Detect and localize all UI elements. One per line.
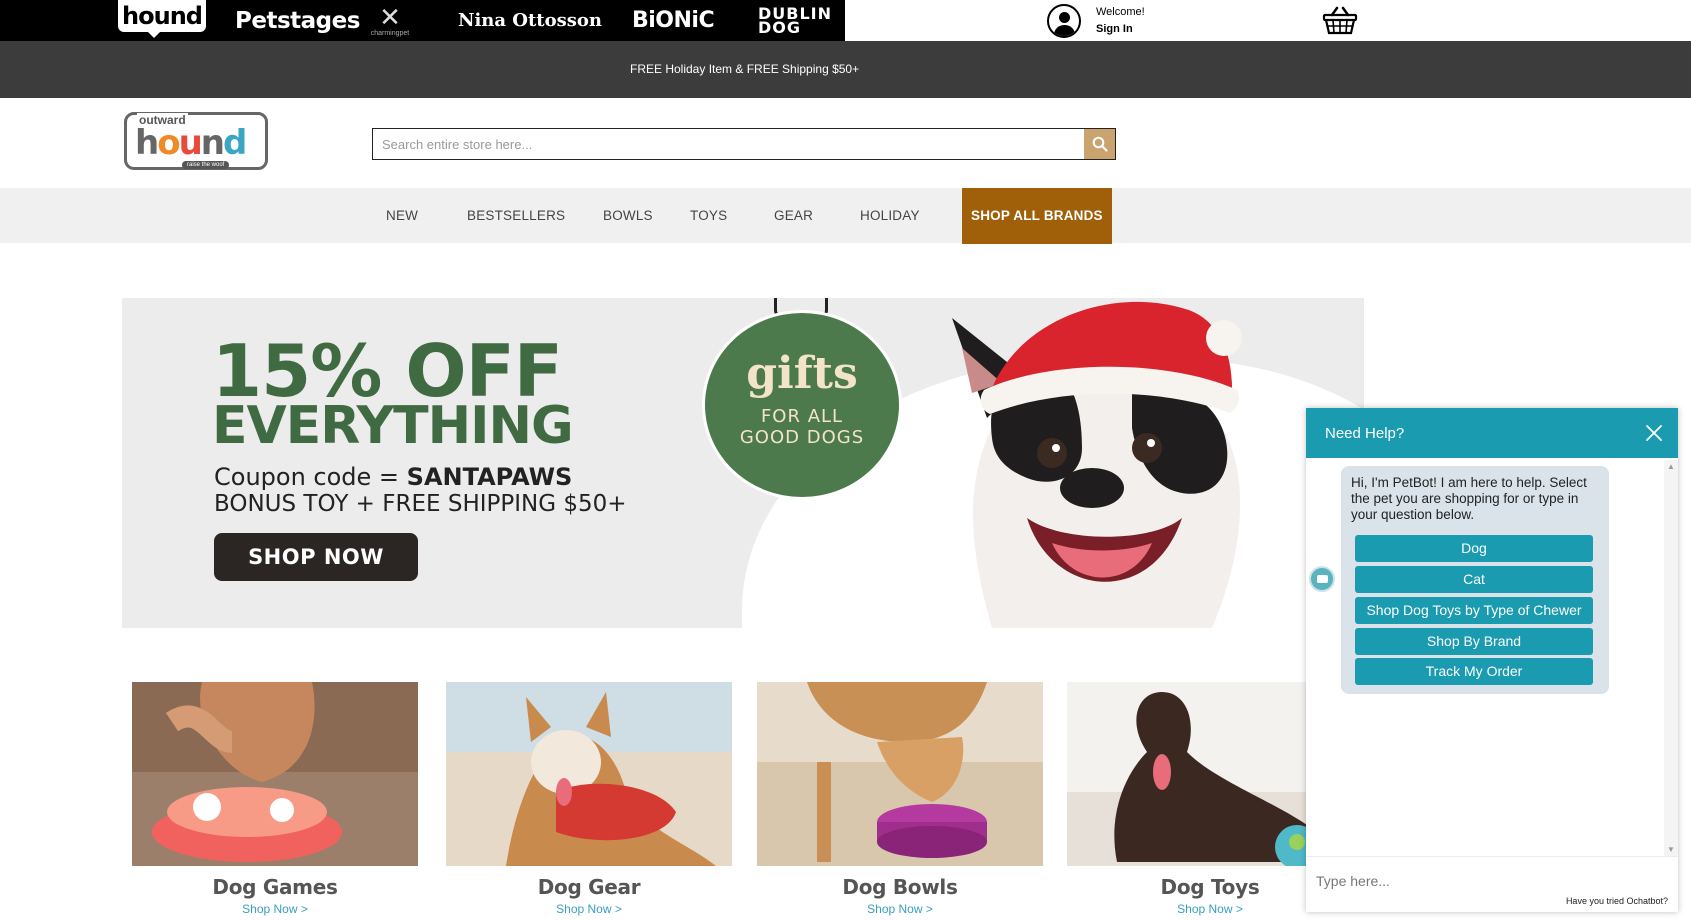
nav-gear[interactable]: GEAR — [774, 188, 813, 243]
search-input[interactable] — [373, 129, 1083, 159]
category-name: Dog Gear — [537, 875, 641, 899]
hero-bonus-text: BONUS TOY + FREE SHIPPING $50+ — [214, 491, 627, 517]
welcome-text: Welcome! — [1096, 5, 1145, 18]
chat-input-area: Have you tried Ochatbot? — [1306, 856, 1678, 912]
coupon-code: SANTAPAWS — [406, 463, 573, 491]
nav-bowls[interactable]: BOWLS — [603, 188, 653, 243]
dog-bowls-image — [757, 682, 1043, 866]
category-shop-now-link[interactable]: Shop Now > — [132, 902, 418, 916]
chat-message-bubble: Hi, I'm PetBot! I am here to help. Selec… — [1341, 466, 1609, 694]
nav-toys[interactable]: TOYS — [690, 188, 727, 243]
chat-option-shop-by-brand[interactable]: Shop By Brand — [1355, 628, 1593, 655]
santa-hat-dog-image — [952, 301, 1242, 628]
brand-nina-ottosson-logo[interactable]: Nina Ottosson — [458, 0, 602, 41]
logo-tagline: raise the woof — [182, 161, 230, 169]
category-dog-games[interactable]: Dog Games Shop Now > — [132, 682, 418, 916]
category-name: Dog Games — [212, 875, 338, 899]
brand-charmingpet-label: charmingpet — [370, 29, 410, 37]
promo-text: FREE Holiday Item & FREE Shipping $50+ — [630, 62, 860, 76]
category-name: Dog Bowls — [842, 875, 958, 899]
account-text: Welcome! Sign In — [1096, 4, 1145, 38]
category-dog-gear[interactable]: Dog Gear Shop Now > — [446, 682, 732, 916]
chat-header: Need Help? — [1306, 408, 1678, 458]
dog-gear-image — [446, 682, 732, 866]
category-dog-bowls[interactable]: Dog Bowls Shop Now > — [757, 682, 1043, 916]
nav-shop-all-brands[interactable]: SHOP ALL BRANDS — [962, 188, 1112, 244]
scroll-up-arrow-icon[interactable]: ▲ — [1667, 462, 1675, 471]
hero-coupon: Coupon code = SANTAPAWS — [214, 463, 572, 491]
close-icon[interactable] — [1644, 423, 1664, 443]
logo-letter: d — [223, 123, 247, 163]
chat-input[interactable] — [1316, 869, 1646, 893]
chat-option-track-order[interactable]: Track My Order — [1355, 658, 1593, 685]
hero-headline-discount: 15% OFF — [212, 329, 563, 413]
bot-avatar-icon — [1309, 566, 1335, 592]
ornament-subtitle-line-2: GOOD DOGS — [739, 427, 865, 448]
main-nav: NEW BESTSELLERS BOWLS TOYS GEAR HOLIDAY … — [0, 188, 1691, 244]
nav-holiday[interactable]: HOLIDAY — [860, 188, 920, 243]
logo-wordmark: hound — [135, 123, 247, 163]
chat-title: Need Help? — [1325, 425, 1405, 442]
scroll-down-arrow-icon[interactable]: ▼ — [1667, 845, 1675, 854]
active-brand-indicator — [147, 31, 161, 38]
chat-option-dog-toys-by-chewer[interactable]: Shop Dog Toys by Type of Chewer — [1355, 597, 1593, 624]
logo-letter: o — [157, 123, 180, 163]
chat-option-dog[interactable]: Dog — [1355, 535, 1593, 562]
coupon-prefix: Coupon code = — [214, 463, 407, 491]
brand-charmingpet-logo[interactable]: ✕ charmingpet — [368, 0, 412, 41]
brand-petstages-logo[interactable]: Petstages — [235, 0, 360, 41]
chat-message-text: Hi, I'm PetBot! I am here to help. Selec… — [1351, 475, 1587, 522]
category-shop-now-link[interactable]: Shop Now > — [446, 902, 732, 916]
nav-bestsellers[interactable]: BESTSELLERS — [467, 188, 565, 243]
chat-scrollbar[interactable]: ▲ ▼ — [1664, 460, 1678, 856]
brand-hound-logo[interactable]: hound — [118, 0, 206, 32]
brand-bar: hound Petstages ✕ charmingpet Nina Ottos… — [0, 0, 1691, 41]
ornament-title: gifts — [746, 348, 858, 399]
charmingpet-x-icon: ✕ — [379, 1, 401, 32]
logo-letter: u — [178, 123, 203, 163]
promo-banner: FREE Holiday Item & FREE Shipping $50+ — [0, 41, 1691, 98]
brand-bionic-logo[interactable]: BiONiC — [632, 0, 715, 41]
hero-shop-now-button[interactable]: SHOP NOW — [214, 533, 418, 581]
category-shop-now-link[interactable]: Shop Now > — [757, 902, 1043, 916]
cart-basket-icon[interactable] — [1322, 5, 1358, 35]
ornament-subtitle-line-1: FOR ALL — [760, 406, 844, 427]
logo-letter: n — [200, 123, 225, 163]
hero-headline-everything: EVERYTHING — [212, 396, 574, 456]
site-logo[interactable]: outward hound raise the woof — [124, 112, 268, 170]
hero-banner[interactable]: 15% OFF EVERYTHING Coupon code = SANTAPA… — [122, 298, 1364, 628]
brand-dublin-dog-logo[interactable]: DUBLIN DOG — [758, 0, 832, 41]
nav-new[interactable]: NEW — [386, 188, 418, 243]
chat-powered-by[interactable]: Have you tried Ochatbot? — [1566, 896, 1668, 906]
search-bar — [372, 128, 1116, 160]
search-button[interactable] — [1084, 129, 1115, 159]
account-link[interactable]: Welcome! Sign In — [1047, 0, 1145, 41]
sign-in-link[interactable]: Sign In — [1096, 21, 1145, 38]
brand-dublin-line-2: DOG — [758, 17, 802, 37]
ornament-subtitle: FOR ALL GOOD DOGS — [700, 406, 904, 448]
chat-option-cat[interactable]: Cat — [1355, 566, 1593, 593]
logo-letter: h — [135, 123, 159, 163]
search-icon — [1092, 136, 1108, 152]
chat-widget: Need Help? Hi, I'm PetBot! I am here to … — [1306, 408, 1678, 912]
dog-games-image — [132, 682, 418, 866]
page: hound Petstages ✕ charmingpet Nina Ottos… — [0, 0, 1691, 920]
user-avatar-icon — [1047, 3, 1081, 38]
gift-ornament — [702, 310, 902, 500]
